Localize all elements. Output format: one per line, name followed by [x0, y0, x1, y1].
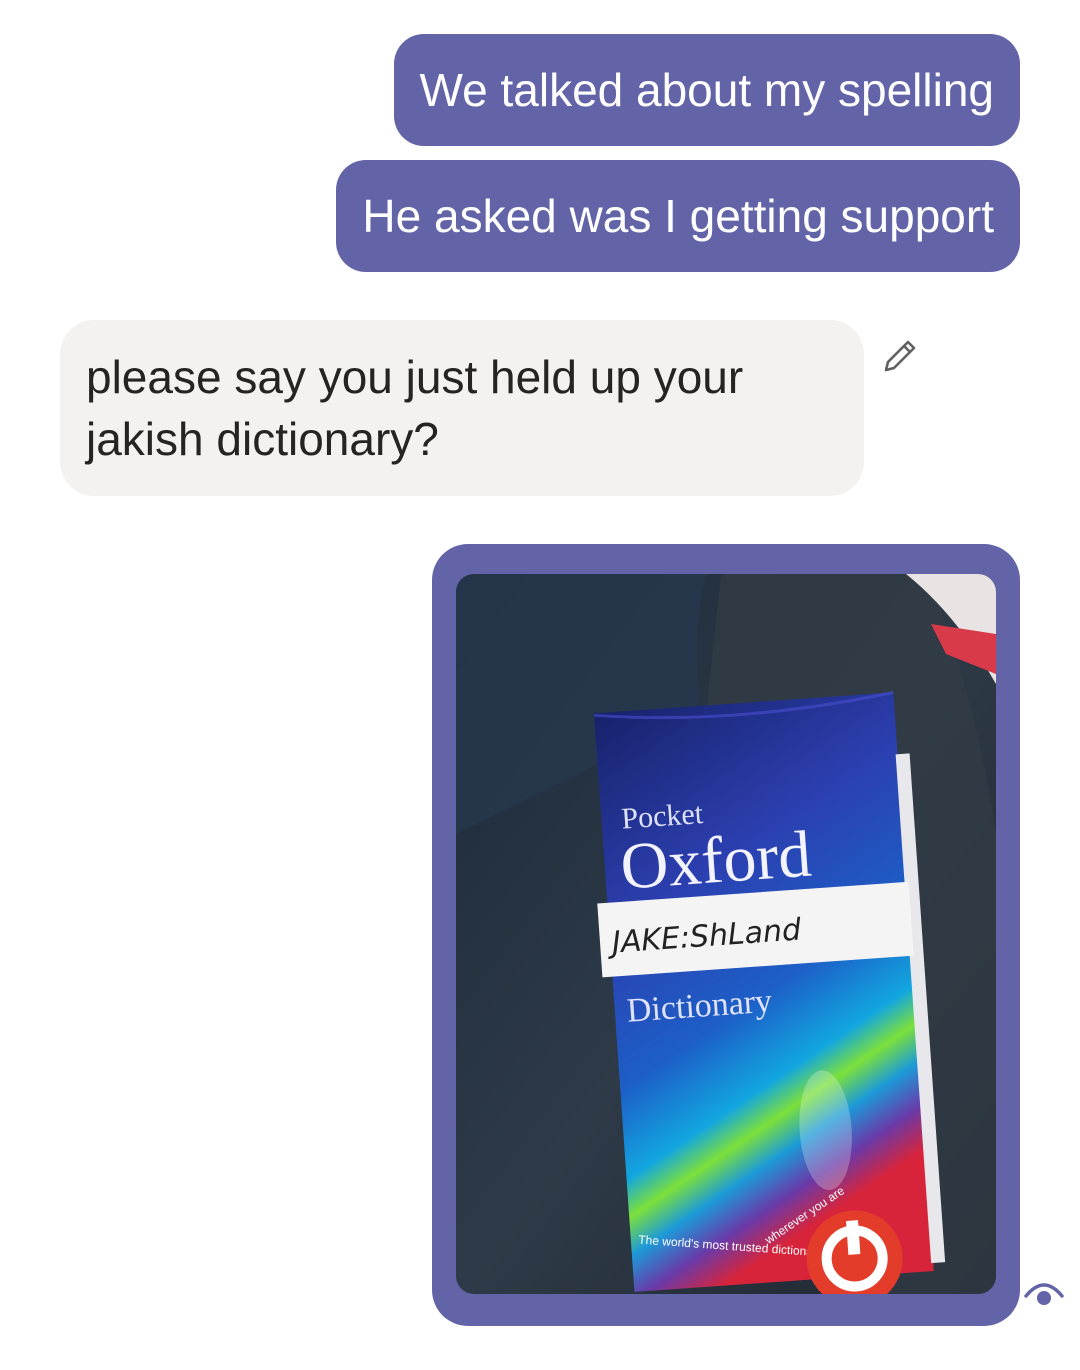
message-text: We talked about my spelling — [419, 64, 994, 116]
pencil-icon[interactable] — [880, 336, 920, 376]
received-message-bubble[interactable]: please say you just held up your jakish … — [60, 320, 864, 496]
seen-eye-icon — [1022, 1272, 1066, 1316]
sent-message-bubble[interactable]: He asked was I getting support — [336, 160, 1020, 272]
image-message-bubble[interactable]: Pocket Oxford JAKE:ShLand Dictionary The… — [432, 544, 1020, 1326]
message-text: He asked was I getting support — [362, 190, 994, 242]
message-text: please say you just held up your jakish … — [86, 351, 744, 465]
photo-attachment[interactable]: Pocket Oxford JAKE:ShLand Dictionary The… — [456, 574, 996, 1294]
sent-message-bubble[interactable]: We talked about my spelling — [393, 34, 1020, 146]
